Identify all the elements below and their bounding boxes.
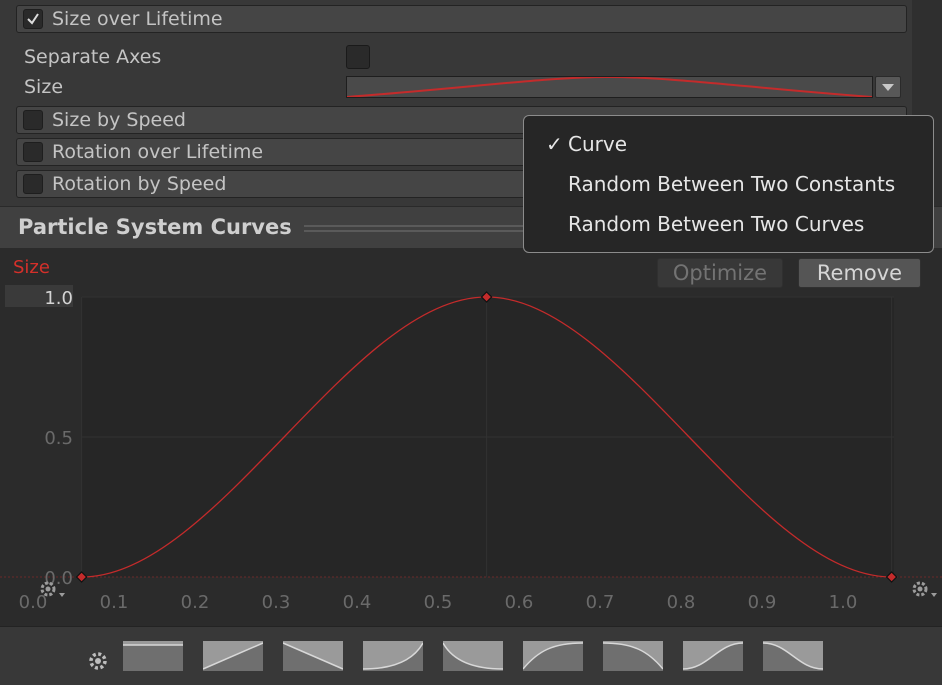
y-tick-label: 1.0: [44, 288, 73, 309]
chevron-down-icon: [882, 84, 894, 91]
preset-ease-in-out-up-icon[interactable]: [522, 641, 584, 671]
curve-graph-panel: Size Optimize Remove 0.0 0.5 1.0 0.0 0.1 0.2 0…: [0, 248, 942, 626]
size-over-lifetime-checkbox[interactable]: [23, 9, 43, 29]
gear-icon[interactable]: [37, 578, 65, 607]
module-label: Size over Lifetime: [52, 8, 223, 30]
rotation-over-lifetime-checkbox[interactable]: [23, 142, 43, 162]
module-size-over-lifetime[interactable]: Size over Lifetime: [16, 5, 907, 33]
drag-grip[interactable]: [304, 230, 534, 232]
curve-mode-menu: ✓ Curve Random Between Two Constants Ran…: [523, 115, 934, 253]
x-tick-label: 0.9: [748, 592, 777, 613]
curve-presets-bar: [0, 626, 942, 685]
x-tick-label: 0.7: [586, 592, 615, 613]
menu-item-curve[interactable]: Curve: [568, 132, 627, 156]
x-tick-label: 0.5: [424, 592, 453, 613]
gear-icon[interactable]: [86, 649, 110, 678]
x-tick-label: 0.8: [667, 592, 696, 613]
x-tick-label: 0.1: [100, 592, 129, 613]
separate-axes-label: Separate Axes: [24, 46, 162, 68]
size-curve-preview: [347, 77, 872, 97]
x-tick-label: 0.6: [505, 592, 534, 613]
x-tick-label: 0.3: [262, 592, 291, 613]
curves-panel-title: Particle System Curves: [18, 215, 292, 239]
rotation-by-speed-checkbox[interactable]: [23, 174, 43, 194]
module-label: Rotation over Lifetime: [52, 141, 264, 163]
preset-ease-out-icon[interactable]: [442, 641, 504, 671]
curve-graph[interactable]: 0.00.51.00.0 0.1 0.2 0.3 0.4 0.5 0.6 0.7 0.8 0.9 1…: [0, 248, 942, 626]
drag-grip[interactable]: [304, 225, 534, 227]
y-tick-label: 0.5: [44, 428, 73, 449]
preset-s-curve-down-icon[interactable]: [762, 641, 824, 671]
x-tick-label: 0.4: [343, 592, 372, 613]
size-by-speed-checkbox[interactable]: [23, 110, 43, 130]
x-tick-label: 1.0: [829, 592, 858, 613]
checkmark-icon: [27, 13, 39, 25]
module-label: Rotation by Speed: [52, 173, 227, 195]
module-label: Size by Speed: [52, 109, 186, 131]
preset-constant-icon[interactable]: [123, 641, 183, 671]
preset-linear-up-icon[interactable]: [202, 641, 264, 671]
checkmark-icon: ✓: [546, 132, 563, 156]
menu-item-random-between-two-constants[interactable]: Random Between Two Constants: [568, 172, 895, 196]
preset-ease-out-down-icon[interactable]: [602, 641, 664, 671]
curve-mode-dropdown-button[interactable]: [875, 76, 901, 98]
preset-linear-down-icon[interactable]: [282, 641, 344, 671]
preset-ease-in-icon[interactable]: [362, 641, 424, 671]
gear-icon[interactable]: [909, 578, 939, 607]
size-label: Size: [24, 76, 64, 98]
separate-axes-checkbox[interactable]: [346, 45, 370, 69]
preset-s-curve-up-icon[interactable]: [682, 641, 744, 671]
x-tick-label: 0.2: [181, 592, 210, 613]
size-curve-field[interactable]: [346, 76, 873, 98]
menu-item-random-between-two-curves[interactable]: Random Between Two Curves: [568, 212, 864, 236]
